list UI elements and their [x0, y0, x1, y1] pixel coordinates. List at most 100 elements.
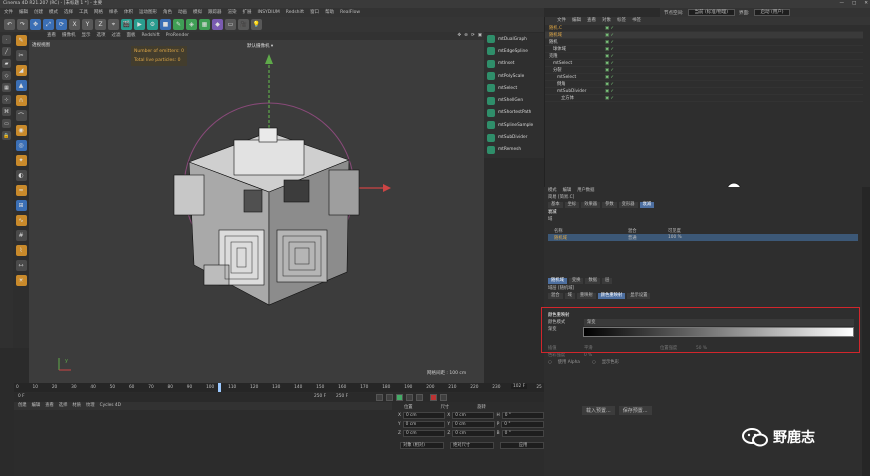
- knife-icon[interactable]: ✂: [15, 50, 27, 61]
- bevel-icon[interactable]: ◢: [15, 65, 27, 76]
- rotation-field[interactable]: 0 °: [501, 412, 544, 419]
- viewport-menu-item[interactable]: Redshift: [142, 32, 160, 40]
- timeline-ruler[interactable]: 0 10 20 30 40 50 60 70 80 90 100 110 120 130 140 150 160…: [14, 383, 544, 392]
- plugin-item[interactable]: mtInset: [484, 58, 544, 70]
- rotation-field[interactable]: 0 °: [501, 430, 544, 437]
- axis-mode-icon[interactable]: ⊹: [2, 95, 11, 104]
- plugin-item[interactable]: mtSelect: [484, 82, 544, 94]
- close-button[interactable]: ✕: [864, 0, 868, 8]
- camera-icon[interactable]: 🎥: [238, 19, 249, 30]
- menu-item[interactable]: 网格: [94, 8, 103, 17]
- menu-item[interactable]: 渲染: [228, 8, 237, 17]
- lock-icon[interactable]: 🔒: [2, 131, 11, 140]
- loop-select-icon[interactable]: ◎: [15, 140, 27, 151]
- go-start-button[interactable]: [376, 394, 383, 401]
- menu-item[interactable]: 角色: [163, 8, 172, 17]
- viewport-menu-item[interactable]: 过滤: [112, 32, 121, 40]
- menu-item[interactable]: 文件: [4, 8, 13, 17]
- play-button[interactable]: [396, 394, 403, 401]
- coord-icon[interactable]: ⌖: [108, 19, 119, 30]
- attr-menu-item[interactable]: 用户数据: [577, 187, 594, 194]
- material-menu-item[interactable]: Cycles 4D: [100, 402, 121, 410]
- sculpt-icon[interactable]: ◐: [15, 170, 27, 181]
- move-icon[interactable]: ✥: [30, 19, 41, 30]
- position-field[interactable]: 0 cm: [402, 412, 446, 419]
- render-view-icon[interactable]: 🎬: [121, 19, 132, 30]
- object-row[interactable]: 克隆 ▣ ✓: [545, 53, 863, 60]
- menu-item[interactable]: INSYDIUM: [258, 8, 280, 17]
- object-row[interactable]: 立方体 ▣ ✓: [545, 95, 863, 102]
- menu-item[interactable]: 创建: [34, 8, 43, 17]
- uv-icon[interactable]: ⊞: [15, 200, 27, 211]
- viewport-move-icon[interactable]: ✥: [457, 32, 461, 40]
- attr-scrollbar[interactable]: [862, 187, 870, 476]
- plugin-item[interactable]: mtShellGen: [484, 94, 544, 106]
- object-flags[interactable]: ▣ ✓: [605, 54, 621, 59]
- attr2-subtab[interactable]: 显示设置: [627, 293, 651, 299]
- render-settings-icon[interactable]: ⚙: [147, 19, 158, 30]
- plugin-item[interactable]: mtPolyScale: [484, 70, 544, 82]
- y-axis-icon[interactable]: Y: [82, 19, 93, 30]
- menu-item[interactable]: 扩展: [243, 8, 252, 17]
- minimize-button[interactable]: —: [839, 0, 844, 8]
- nodes-select[interactable]: 当前 (标准/物理): [687, 9, 735, 16]
- brush-icon[interactable]: ✎: [15, 35, 27, 46]
- object-row[interactable]: 随机 ▣ ✓: [545, 39, 863, 46]
- start-frame[interactable]: 0 F: [18, 394, 25, 399]
- attr-tab[interactable]: 基本: [548, 202, 563, 208]
- attr-menu-item[interactable]: 编辑: [563, 187, 572, 194]
- rotate-icon[interactable]: ⟳: [56, 19, 67, 30]
- viewport-menu-item[interactable]: 面板: [127, 32, 136, 40]
- load-preset-button[interactable]: 载入预置...: [582, 406, 615, 415]
- edges-mode-icon[interactable]: ╱: [2, 47, 11, 56]
- attr2-tab[interactable]: 层: [602, 278, 613, 284]
- object-row[interactable]: mtSubDivider ▣ ✓: [545, 88, 863, 95]
- object-row[interactable]: 球体域 ▣ ✓: [545, 46, 863, 53]
- prev-frame-button[interactable]: [386, 394, 393, 401]
- material-menu-item[interactable]: 纹理: [86, 402, 95, 410]
- menu-item[interactable]: 帮助: [325, 8, 334, 17]
- menu-item[interactable]: Redshift: [286, 8, 304, 17]
- model-mode-icon[interactable]: ◇: [2, 71, 11, 80]
- light-icon[interactable]: 💡: [251, 19, 262, 30]
- next-frame-button[interactable]: [406, 394, 413, 401]
- object-row[interactable]: 随机域 ▣ ✓: [545, 32, 863, 39]
- attr2-tab[interactable]: 数据: [585, 278, 601, 284]
- material-menu-item[interactable]: 选择: [59, 402, 68, 410]
- object-row[interactable]: mtSelect ▣ ✓: [545, 74, 863, 81]
- playhead[interactable]: [218, 383, 221, 392]
- weld-icon[interactable]: ◉: [15, 125, 27, 136]
- viewport-menu-item[interactable]: 查看: [47, 32, 56, 40]
- menu-item[interactable]: 模式: [49, 8, 58, 17]
- object-row[interactable]: mtSelect ▣ ✓: [545, 60, 863, 67]
- plugin-item[interactable]: mtShortestPath: [484, 107, 544, 119]
- alpha-checkbox[interactable]: ○: [548, 359, 552, 366]
- workplane-icon[interactable]: ▭: [2, 119, 11, 128]
- attr2-subtab[interactable]: 颜色重映射: [597, 293, 626, 299]
- menu-item[interactable]: 工具: [79, 8, 88, 17]
- bridge-icon[interactable]: ⌒: [15, 110, 27, 121]
- measure-icon[interactable]: ⇿: [15, 260, 27, 271]
- object-flags[interactable]: ▣ ✓: [605, 61, 621, 66]
- texture-mode-icon[interactable]: ▦: [2, 83, 11, 92]
- z-axis-icon[interactable]: Z: [95, 19, 106, 30]
- menu-item[interactable]: 编辑: [19, 8, 28, 17]
- viewport-zoom-icon[interactable]: ⊕: [464, 32, 468, 40]
- viewport-menu-item[interactable]: 摄像机: [62, 32, 76, 40]
- size-field[interactable]: 0 cm: [452, 412, 495, 419]
- attr2-subtab[interactable]: 域: [564, 293, 575, 299]
- floor-icon[interactable]: ▭: [225, 19, 236, 30]
- save-preset-button[interactable]: 保存预置...: [618, 406, 652, 415]
- size-mode-select[interactable]: 绝对尺寸: [450, 442, 494, 449]
- paint-icon[interactable]: ✦: [15, 155, 27, 166]
- layer-row-random-field[interactable]: 随机域 普通 100 %: [548, 234, 858, 241]
- menu-item[interactable]: 选择: [64, 8, 73, 17]
- object-flags[interactable]: ▣ ✓: [605, 47, 621, 52]
- attr2-subtab[interactable]: 混合: [548, 293, 563, 299]
- current-frame[interactable]: 102 F: [511, 384, 528, 389]
- attr2-tab[interactable]: 变换: [568, 278, 584, 284]
- array-icon[interactable]: ▦: [199, 19, 210, 30]
- attr-menu-item[interactable]: 模式: [548, 187, 557, 194]
- om-menu-item[interactable]: 查看: [587, 17, 596, 25]
- position-field[interactable]: 0 cm: [402, 421, 446, 428]
